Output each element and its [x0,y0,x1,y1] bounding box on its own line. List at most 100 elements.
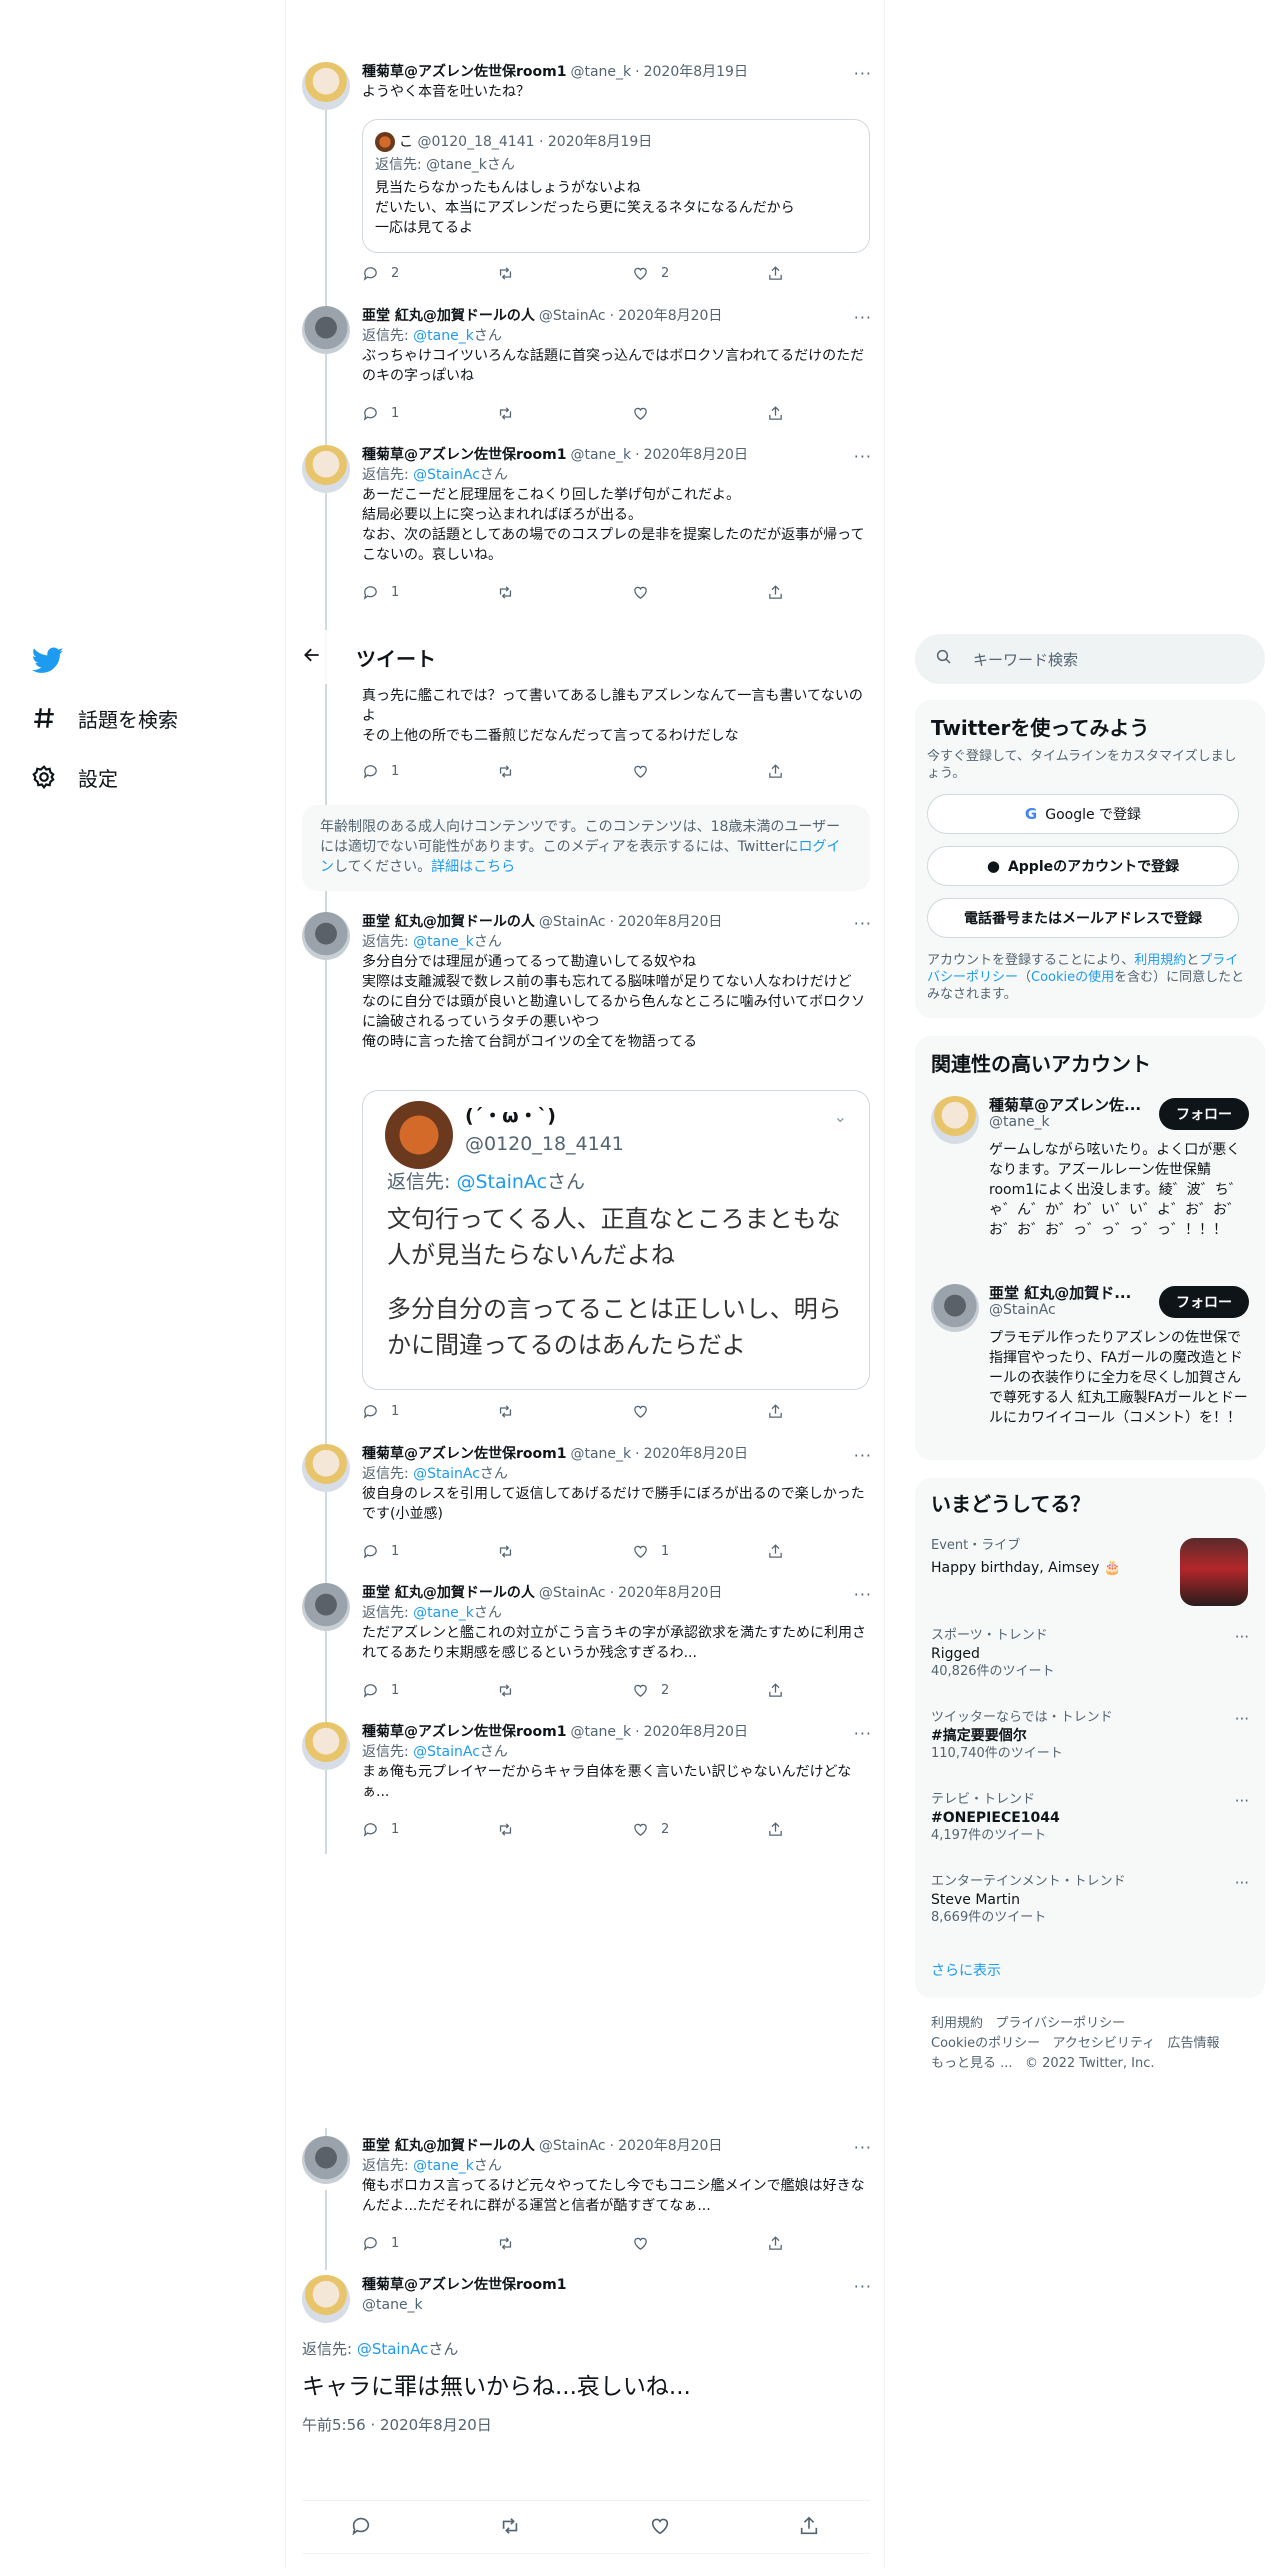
avatar[interactable] [302,912,350,960]
reply-button[interactable]: 1 [362,763,462,780]
tweet-date[interactable]: 2020年8月20日 [644,1444,748,1464]
quoted-tweet[interactable]: こ @0120_18_4141 · 2020年8月19日 返信先: @tane_… [362,119,870,253]
avatar[interactable] [931,1096,979,1144]
tweet-handle[interactable]: @StainAc [539,912,606,932]
avatar[interactable] [302,2275,350,2323]
more-options-icon[interactable]: ··· [854,2138,872,2157]
apple-signup-button[interactable]: ● Appleのアカウントで登録 [927,846,1239,886]
reply-button[interactable]: 1 [362,1682,462,1699]
nav-explore[interactable]: 話題を検索 [30,696,178,740]
tweet-author-name[interactable]: 種菊草@アズレン佐世保room1 [362,1722,566,1742]
share-button[interactable] [767,1543,787,1560]
share-button[interactable] [767,1403,787,1420]
avatar[interactable] [302,1444,350,1492]
more-options-icon[interactable]: ··· [1235,1874,1249,1892]
tweet-author-name[interactable]: 亜堂 紅丸@加賀ドールの人 [362,1583,535,1603]
tweet-date[interactable]: 2020年8月20日 [618,306,722,326]
quoted-tweet[interactable]: (´・ω・`) @0120_18_4141 ⌄ 返信先: @StainAcさん … [362,1090,870,1390]
footer-privacy[interactable]: プライバシーポリシー [995,2016,1125,2031]
avatar[interactable] [302,2136,350,2184]
avatar[interactable] [302,306,350,354]
twitter-logo-icon[interactable] [31,644,64,676]
like-button[interactable] [632,405,732,422]
tweet-handle[interactable]: @StainAc [539,306,606,326]
share-button[interactable] [767,1821,787,1838]
back-arrow-icon[interactable] [302,645,336,670]
nav-settings[interactable]: 設定 [30,755,118,799]
footer-terms[interactable]: 利用規約 [931,2016,983,2031]
share-button[interactable] [767,1682,787,1699]
footer-more[interactable]: もっと見る ... [931,2056,1013,2071]
tweet-author-name[interactable]: 種菊草@アズレン佐世保room1 [362,445,566,465]
retweet-button[interactable] [497,763,597,780]
heart-icon[interactable] [649,2515,671,2541]
reply-button[interactable]: 1 [362,405,462,422]
more-options-icon[interactable]: ··· [854,2277,872,2296]
like-button[interactable]: 1 [632,1543,732,1560]
tweet-author-name[interactable]: 亜堂 紅丸@加賀ドールの人 [362,2136,535,2156]
follow-button[interactable]: フォロー [1159,1286,1249,1318]
account-name[interactable]: 亜堂 紅丸@加賀ド... [989,1282,1131,1303]
tweet-date[interactable]: 2020年8月20日 [618,2136,722,2156]
reply-button[interactable]: 1 [362,584,462,601]
avatar[interactable] [302,1583,350,1631]
share-icon[interactable] [798,2515,820,2541]
retweet-icon[interactable] [499,2515,521,2541]
like-button[interactable] [632,763,732,780]
search-box[interactable]: キーワード検索 [915,634,1265,684]
account-handle[interactable]: @tane_k [989,1114,1050,1130]
retweet-button[interactable] [497,1403,597,1420]
reply-to-link[interactable]: @StainAc [413,1466,480,1482]
more-options-icon[interactable]: ··· [1235,1792,1249,1810]
more-options-icon[interactable]: ··· [854,1585,872,1604]
trend-event[interactable]: Event・ライブ Happy birthday, Aimsey 🎂 [931,1538,1121,1578]
trend-item[interactable]: スポーツ・トレンド Rigged 40,826件のツイート [931,1628,1055,1680]
reply-to-link[interactable]: @tane_k [413,1605,474,1621]
reply-button[interactable]: 1 [362,1543,462,1560]
tweet-handle[interactable]: @StainAc [539,2136,606,2156]
tweet-handle[interactable]: @tane_k [570,62,631,82]
avatar[interactable] [302,62,350,110]
reply-to-link[interactable]: @StainAc [413,1744,480,1760]
reply-button[interactable]: 1 [362,1403,462,1420]
tweet-author-name[interactable]: 亜堂 紅丸@加賀ドールの人 [362,306,535,326]
focused-tweet-timestamp[interactable]: 午前5:56 · 2020年8月20日 [302,2414,492,2435]
reply-button[interactable]: 2 [362,265,462,282]
like-button[interactable] [632,2235,732,2252]
like-button[interactable]: 2 [632,1682,732,1699]
search-input[interactable]: キーワード検索 [973,649,1078,670]
terms-link[interactable]: 利用規約 [1134,953,1186,968]
tweet-date[interactable]: 2020年8月20日 [644,1722,748,1742]
reply-to-link[interactable]: @tane_k [413,2158,474,2174]
google-signup-button[interactable]: G Google で登録 [927,794,1239,834]
retweet-button[interactable] [497,584,597,601]
more-options-icon[interactable]: ··· [854,64,872,83]
reply-to-link[interactable]: @StainAc [413,467,480,483]
trend-item[interactable]: ツイッターならでは・トレンド #搞定要要個尔 110,740件のツイート [931,1710,1113,1762]
tweet-handle[interactable]: @tane_k [570,445,631,465]
follow-button[interactable]: フォロー [1159,1098,1249,1130]
footer-accessibility[interactable]: アクセシビリティ [1053,2036,1156,2051]
tweet-date[interactable]: 2020年8月20日 [618,912,722,932]
more-options-icon[interactable]: ··· [1235,1628,1249,1646]
like-button[interactable]: 2 [632,1821,732,1838]
tweet-date[interactable]: 2020年8月20日 [644,445,748,465]
tweet-author-name[interactable]: 種菊草@アズレン佐世保room1 [362,2275,566,2295]
tweet-handle[interactable]: @tane_k [570,1444,631,1464]
avatar[interactable] [302,445,350,493]
learn-more-link[interactable]: 詳細はこちら [431,859,515,875]
tweet-handle[interactable]: @tane_k [570,1722,631,1742]
reply-to-link[interactable]: @tane_k [413,934,474,950]
more-options-icon[interactable]: ··· [854,1724,872,1743]
show-more-link[interactable]: さらに表示 [931,1960,1001,1980]
more-options-icon[interactable]: ··· [1235,1710,1249,1728]
share-button[interactable] [767,763,787,780]
share-button[interactable] [767,2235,787,2252]
reply-to-link[interactable]: @StainAc [357,2340,429,2358]
trend-item[interactable]: エンターテインメント・トレンド Steve Martin 8,669件のツイート [931,1874,1126,1926]
retweet-button[interactable] [497,405,597,422]
trend-item[interactable]: テレビ・トレンド #ONEPIECE1044 4,197件のツイート [931,1792,1060,1844]
account-handle[interactable]: @StainAc [989,1302,1056,1318]
more-options-icon[interactable]: ··· [854,308,872,327]
share-button[interactable] [767,405,787,422]
